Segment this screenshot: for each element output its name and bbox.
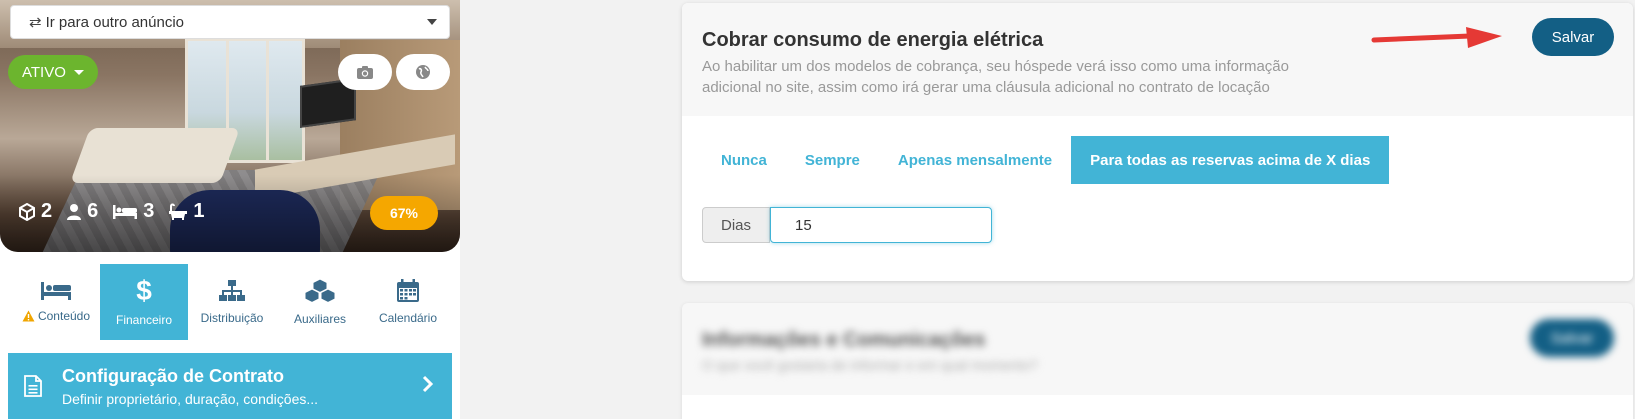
stat-baths-value: 1 bbox=[193, 200, 205, 222]
nav-item-label: Auxiliares bbox=[293, 312, 347, 326]
nav-item-label: Conteúdo bbox=[37, 309, 91, 323]
nav-item-conteudo[interactable]: Conteúdo bbox=[12, 264, 100, 340]
status-dropdown-button[interactable]: ATIVO bbox=[8, 55, 98, 89]
nav-item-label: Distribuição bbox=[200, 311, 264, 325]
bed-icon bbox=[41, 282, 71, 300]
energy-card-title: Cobrar consumo de energia elétrica bbox=[702, 29, 1044, 51]
chevron-right-icon bbox=[422, 375, 434, 393]
nav-item-calendario[interactable]: Calendário bbox=[364, 264, 452, 340]
exchange-icon: ⇄ bbox=[29, 14, 42, 31]
info-save-button[interactable]: Salvar bbox=[1530, 319, 1614, 357]
document-icon bbox=[24, 375, 42, 397]
listing-nav: Conteúdo $ Financeiro Distribuição Auxil… bbox=[0, 264, 460, 340]
tab-sempre[interactable]: Sempre bbox=[786, 136, 879, 184]
listing-stats: 2 6 3 1 bbox=[18, 200, 205, 223]
energy-card-description: Ao habilitar um dos modelos de cobrança,… bbox=[702, 58, 1289, 96]
days-input-group: Dias bbox=[702, 207, 992, 243]
tab-apenas-mensalmente[interactable]: Apenas mensalmente bbox=[879, 136, 1071, 184]
energy-card-header: Cobrar consumo de energia elétrica Ao ha… bbox=[682, 3, 1633, 116]
stat-beds: 3 bbox=[112, 200, 154, 223]
stat-guests: 6 bbox=[66, 200, 98, 223]
bath-icon bbox=[169, 203, 188, 220]
camera-icon bbox=[357, 65, 373, 79]
stat-baths: 1 bbox=[168, 200, 205, 223]
sitemap-icon bbox=[219, 280, 245, 301]
info-card-title: Informações e Comunicações bbox=[702, 329, 986, 351]
status-label: ATIVO bbox=[22, 63, 66, 81]
dollar-icon: $ bbox=[136, 275, 152, 306]
contract-config-card[interactable]: Configuração de Contrato Definir proprie… bbox=[8, 353, 452, 419]
charge-mode-tabs: Nunca Sempre Apenas mensalmente Para tod… bbox=[702, 136, 1390, 184]
listing-sidebar: ⇄ Ir para outro anúncio ATIVO 2 6 3 1 67… bbox=[0, 0, 460, 419]
nav-item-label: Calendário bbox=[378, 311, 438, 325]
tab-nunca[interactable]: Nunca bbox=[702, 136, 786, 184]
cubes-icon bbox=[304, 278, 336, 304]
info-communications-card: Informações e Comunicações O que você go… bbox=[682, 303, 1633, 419]
cube-icon bbox=[19, 202, 35, 221]
nav-item-label: Financeiro bbox=[115, 313, 173, 327]
calendar-icon bbox=[397, 279, 419, 302]
stat-rooms: 2 bbox=[18, 200, 52, 223]
stat-guests-value: 6 bbox=[87, 200, 99, 222]
nav-item-distribuicao[interactable]: Distribuição bbox=[188, 264, 276, 340]
photos-button[interactable] bbox=[338, 54, 392, 90]
warning-icon bbox=[22, 310, 35, 322]
stat-rooms-value: 2 bbox=[41, 200, 53, 222]
arrow-annotation-icon bbox=[1371, 27, 1502, 48]
tab-acima-de-x-dias[interactable]: Para todas as reservas acima de X dias bbox=[1071, 136, 1390, 184]
contract-config-subtitle: Definir proprietário, duração, condições… bbox=[62, 390, 319, 407]
bed-icon bbox=[113, 204, 138, 219]
stat-beds-value: 3 bbox=[143, 200, 155, 222]
goto-listing-select[interactable]: ⇄ Ir para outro anúncio bbox=[10, 5, 450, 39]
user-icon bbox=[67, 203, 82, 220]
days-label: Dias bbox=[702, 207, 770, 243]
caret-down-icon bbox=[73, 69, 84, 75]
map-button[interactable] bbox=[396, 54, 450, 90]
nav-item-financeiro[interactable]: $ Financeiro bbox=[100, 264, 188, 340]
caret-down-icon bbox=[427, 19, 437, 25]
contract-config-title: Configuração de Contrato bbox=[62, 365, 285, 386]
info-card-body bbox=[682, 395, 1633, 419]
days-input[interactable] bbox=[770, 207, 992, 243]
globe-icon bbox=[416, 65, 430, 79]
completion-badge: 67% bbox=[370, 196, 438, 230]
goto-listing-label: Ir para outro anúncio bbox=[45, 13, 184, 31]
save-button[interactable]: Salvar bbox=[1532, 18, 1614, 56]
nav-item-auxiliares[interactable]: Auxiliares bbox=[276, 264, 364, 340]
info-card-subtitle: O que você gostaria de informar e em qua… bbox=[702, 357, 1038, 373]
